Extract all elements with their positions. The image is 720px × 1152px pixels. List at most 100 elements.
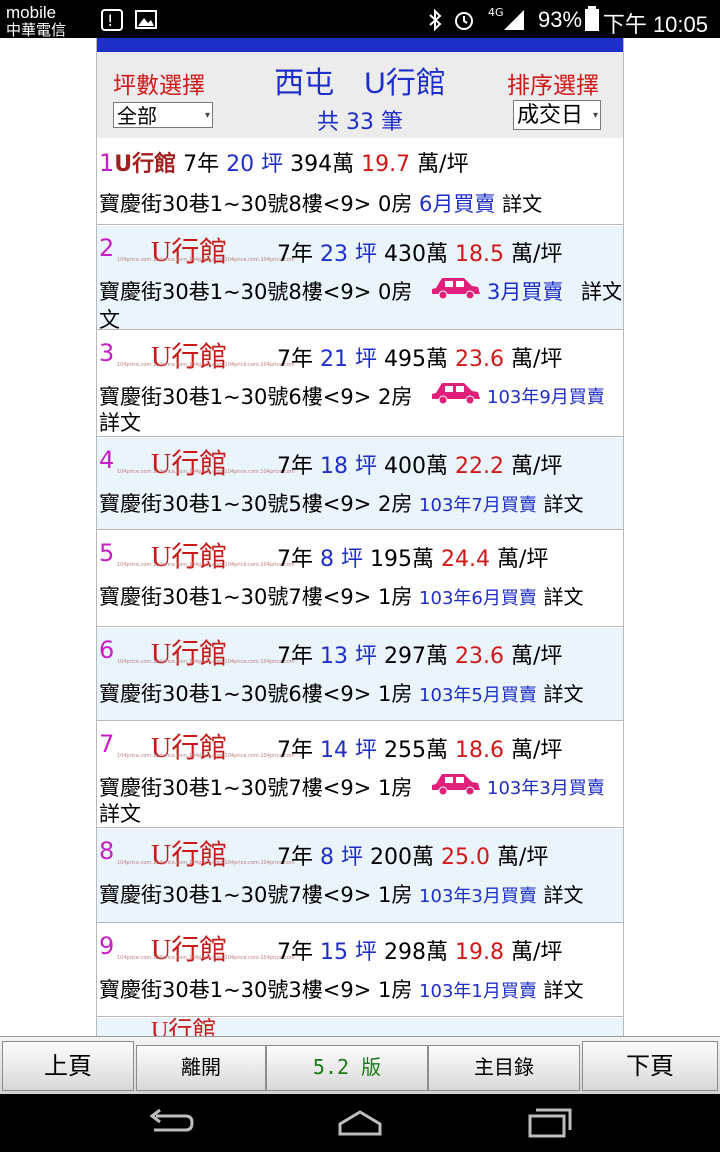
unit-price: 19.8 xyxy=(455,940,504,965)
detail-link[interactable]: 詳文 xyxy=(544,883,584,907)
record-detail-line: 寶慶街30巷1~30號7樓<9> 1房 103年3月買賣 詳文 xyxy=(99,879,584,909)
building-logo-text: U行館 xyxy=(151,935,228,966)
trade-date[interactable]: 103年3月買賣 xyxy=(487,774,605,800)
list-item[interactable]: 5 U行館 104price.com.104price.com.104price.c… xyxy=(97,531,623,627)
list-item[interactable]: 4 U行館 104price.com.104price.com.104price.c… xyxy=(97,438,623,530)
next-page-button[interactable]: 下頁 xyxy=(582,1041,718,1091)
building-age: 7年 xyxy=(277,644,313,669)
building-logo-text: U行館 xyxy=(151,449,228,480)
trade-date[interactable]: 103年7月買賣 xyxy=(419,495,537,516)
sort-select-label: 排序選擇 xyxy=(507,72,599,98)
detail-link[interactable]: 詳文 xyxy=(581,276,621,306)
building-logo: U行館 xyxy=(117,1010,267,1038)
building-logo-text: U行館 xyxy=(151,542,228,573)
battery-icon xyxy=(585,6,599,31)
record-address: 寶慶街30巷1~30號6樓<9> 1房 xyxy=(99,682,413,706)
total-price: 400萬 xyxy=(384,454,449,479)
record-index: 6 xyxy=(99,636,115,664)
building-logo-text: U行館 xyxy=(151,733,228,764)
record-index-wrap: 4 xyxy=(99,446,114,474)
record-summary: 7年 18 坪 400萬 22.2 萬/坪 xyxy=(277,448,562,480)
building-logo-text: U行館 xyxy=(151,342,228,373)
list-item[interactable]: 7 U行館 104price.com.104price.com.104price.c… xyxy=(97,722,623,828)
parking-car-icon xyxy=(432,278,480,300)
total-price: 495萬 xyxy=(384,347,449,372)
detail-link[interactable]: 詳文 xyxy=(99,407,141,437)
area-ping: 8 xyxy=(320,845,334,870)
unit-price: 23.6 xyxy=(455,644,504,669)
record-summary: 7年 13 坪 297萬 23.6 萬/坪 xyxy=(277,638,562,670)
building-logo-text: U行館 xyxy=(151,840,228,871)
leave-button[interactable]: 離開 xyxy=(136,1045,266,1091)
unit-price-unit: 萬/坪 xyxy=(511,940,563,965)
building-age: 7年 xyxy=(183,152,220,177)
main-menu-button[interactable]: 主目錄 xyxy=(428,1045,580,1091)
unit-price: 19.7 xyxy=(361,152,411,177)
back-icon[interactable] xyxy=(146,1108,194,1138)
trade-date[interactable]: 103年6月買賣 xyxy=(419,588,537,609)
list-item[interactable]: 9 U行館 104price.com.104price.com.104price.c… xyxy=(97,924,623,1017)
record-index: 4 xyxy=(99,446,115,474)
record-index-wrap: 8 xyxy=(99,837,114,865)
clock: 下午 10:05 xyxy=(602,12,708,37)
list-item[interactable]: U行館 xyxy=(97,1018,623,1038)
unit-price: 25.0 xyxy=(441,845,490,870)
ping-unit: 坪 xyxy=(341,845,364,870)
building-logo: U行館 104price.com.104price.com.104price.co… xyxy=(117,833,295,873)
trade-date[interactable]: 3月買賣 xyxy=(487,276,563,306)
list-item[interactable]: 1U行館 7年 20 坪 394萬 19.7 萬/坪 寶慶街30巷1~30號8樓<… xyxy=(97,138,623,225)
dropdown-arrow-icon: ▾ xyxy=(592,110,598,121)
recent-apps-icon[interactable] xyxy=(526,1106,574,1140)
building-logo: U行館 104price.com.104price.com.104price.co… xyxy=(117,726,295,766)
building-logo-text: U行館 xyxy=(151,1018,217,1038)
detail-link[interactable]: 詳文 xyxy=(544,978,584,1002)
version-button[interactable]: 5.2 版 xyxy=(266,1045,428,1091)
trade-date[interactable]: 103年1月買賣 xyxy=(419,981,537,1002)
watermark-text: 104price.com.104price.com.104price.com.1… xyxy=(117,257,295,263)
building-logo: U行館 104price.com.104price.com.104price.co… xyxy=(117,632,295,672)
record-address: 寶慶街30巷1~30號8樓<9> 0房 xyxy=(99,280,413,304)
unit-price: 22.2 xyxy=(455,454,504,479)
record-index: 2 xyxy=(99,234,115,262)
trade-date[interactable]: 6月買賣 xyxy=(419,192,495,216)
ping-unit: 坪 xyxy=(355,738,378,763)
total-price: 195萬 xyxy=(370,547,435,572)
unit-price-unit: 萬/坪 xyxy=(511,347,563,372)
area-ping: 14 xyxy=(320,738,348,763)
record-detail-line: 寶慶街30巷1~30號5樓<9> 2房 103年7月買賣 詳文 xyxy=(99,488,584,518)
record-index-wrap: 6 xyxy=(99,636,114,664)
building-logo: U行館 104price.com.104price.com.104price.co… xyxy=(117,928,295,968)
list-item[interactable]: 8 U行館 104price.com.104price.com.104price.c… xyxy=(97,829,623,923)
detail-link[interactable]: 詳文 xyxy=(99,798,141,828)
detail-link[interactable]: 詳文 xyxy=(544,682,584,706)
building-logo: U行館 104price.com.104price.com.104price.co… xyxy=(117,230,295,270)
list-item[interactable]: 2 U行館 104price.com.104price.com.104price.c… xyxy=(97,226,623,332)
home-icon[interactable] xyxy=(336,1108,384,1138)
svg-text:!: ! xyxy=(107,11,113,30)
ping-unit: 坪 xyxy=(355,242,378,267)
total-price: 430萬 xyxy=(384,242,449,267)
trade-date[interactable]: 103年9月買賣 xyxy=(487,383,605,409)
list-item[interactable]: 3 U行館 104price.com.104price.com.104price.c… xyxy=(97,331,623,437)
sort-select[interactable]: 成交日 ▾ xyxy=(513,100,601,130)
carrier-name: 中華電信 xyxy=(6,22,67,39)
ping-unit: 坪 xyxy=(355,347,378,372)
trade-date[interactable]: 103年3月買賣 xyxy=(419,886,537,907)
record-index-wrap: 9 xyxy=(99,932,114,960)
trade-date[interactable]: 103年5月買賣 xyxy=(419,685,537,706)
detail-link[interactable]: 詳文 xyxy=(544,585,584,609)
building-age: 7年 xyxy=(277,347,313,372)
record-address: 寶慶街30巷1~30號7樓<9> 1房 xyxy=(99,776,413,800)
total-price: 298萬 xyxy=(384,940,449,965)
area-ping: 20 xyxy=(226,152,255,177)
detail-link[interactable]: 詳文 xyxy=(544,492,584,516)
ping-unit: 坪 xyxy=(355,644,378,669)
status-bar: mobile 中華電信 ! 4G 93% 下午 10:05 xyxy=(0,0,720,39)
ping-unit: 坪 xyxy=(341,547,364,572)
prev-page-button[interactable]: 上頁 xyxy=(2,1041,134,1091)
unit-price-unit: 萬/坪 xyxy=(497,845,549,870)
unit-price-unit: 萬/坪 xyxy=(497,547,549,572)
detail-link[interactable]: 詳文 xyxy=(502,192,542,216)
area-ping: 15 xyxy=(320,940,348,965)
list-item[interactable]: 6 U行館 104price.com.104price.com.104price.c… xyxy=(97,628,623,721)
